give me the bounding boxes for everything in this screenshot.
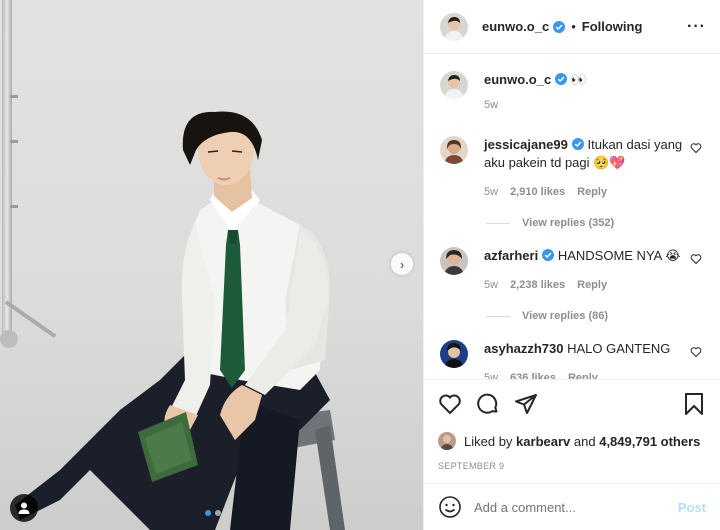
verified-icon xyxy=(553,20,566,33)
heart-icon xyxy=(439,394,461,415)
avatar[interactable] xyxy=(440,12,468,41)
comment-item: asyhazzh730 HALO GANTENG 5w 636 likes Repl… xyxy=(440,340,704,379)
comment-item: azfarheri HANDSOME NYA 😭 5w 2,238 likes Re… xyxy=(440,247,704,294)
carousel-dot xyxy=(215,510,221,516)
reply-button[interactable]: Reply xyxy=(577,183,607,201)
heart-icon[interactable] xyxy=(690,346,702,358)
emoji-icon[interactable] xyxy=(438,495,462,519)
reply-button[interactable]: Reply xyxy=(568,369,598,379)
more-icon[interactable]: ··· xyxy=(687,18,706,36)
comment-username[interactable]: jessicajane99 xyxy=(484,137,568,152)
tagged-users-button[interactable] xyxy=(10,494,38,522)
avatar[interactable] xyxy=(440,340,468,368)
liked-by-and: and xyxy=(573,433,596,449)
comment-age[interactable]: 5w xyxy=(484,276,498,294)
heart-icon[interactable] xyxy=(690,142,702,154)
comment-likes[interactable]: 2,238 likes xyxy=(510,276,565,294)
separator-dot: • xyxy=(571,19,576,34)
avatar[interactable] xyxy=(440,136,468,164)
comments-list[interactable]: eunwo.o_c 👀 5w jessicajane99 Itukan dasi… xyxy=(424,55,720,379)
post-username[interactable]: eunwo.o_c xyxy=(482,19,549,34)
caption-age[interactable]: 5w xyxy=(484,96,498,114)
person-illustration xyxy=(15,111,345,530)
post-comment-button[interactable]: Post xyxy=(678,500,706,515)
caption-username[interactable]: eunwo.o_c xyxy=(484,72,551,87)
view-replies-button[interactable]: View replies (86) xyxy=(486,310,704,322)
carousel-indicator xyxy=(205,510,221,516)
verified-icon xyxy=(571,138,584,150)
comment-age[interactable]: 5w xyxy=(484,183,498,201)
next-arrow-icon: › xyxy=(399,256,405,272)
liked-by-prefix: Liked by xyxy=(464,433,513,449)
share-icon xyxy=(515,394,537,414)
comment-text: HALO GANTENG xyxy=(567,341,671,356)
comment-likes[interactable]: 636 likes xyxy=(510,369,556,379)
caption-text: 👀 xyxy=(570,72,587,87)
comment-username[interactable]: azfarheri xyxy=(484,248,538,263)
post-photo[interactable]: › xyxy=(0,0,423,530)
like-button[interactable] xyxy=(438,392,462,416)
comment-item: jessicajane99 Itukan dasi yang aku pakei… xyxy=(440,136,704,201)
comment-age[interactable]: 5w xyxy=(484,369,498,379)
comment-icon xyxy=(477,393,498,414)
likes-count[interactable]: 4,849,791 others xyxy=(599,434,700,449)
view-replies-button[interactable]: View replies (352) xyxy=(486,217,704,229)
tag-user-icon xyxy=(18,502,30,514)
post-actions: Liked by karbearv and 4,849,791 others S… xyxy=(424,379,720,471)
comment-text: HANDSOME NYA 😭 xyxy=(557,248,681,263)
comment-username[interactable]: asyhazzh730 xyxy=(484,341,564,356)
post-header: eunwo.o_c • Following ··· xyxy=(424,0,720,54)
comment-input[interactable] xyxy=(474,499,678,515)
caption: eunwo.o_c 👀 5w xyxy=(440,71,704,114)
comment-button[interactable] xyxy=(476,392,500,416)
likes-summary: Liked by karbearv and 4,849,791 others xyxy=(438,432,706,450)
next-image-button[interactable]: › xyxy=(391,253,413,275)
verified-icon xyxy=(542,249,555,261)
reply-button[interactable]: Reply xyxy=(577,276,607,294)
post-date[interactable]: SEPTEMBER 9 xyxy=(438,461,706,471)
post-side-panel: eunwo.o_c • Following ··· eunwo.o_c 👀 5w… xyxy=(423,0,720,530)
heart-icon[interactable] xyxy=(690,253,702,265)
avatar[interactable] xyxy=(440,71,468,99)
following-button[interactable]: Following xyxy=(582,19,643,34)
avatar[interactable] xyxy=(438,432,456,450)
comment-likes[interactable]: 2,910 likes xyxy=(510,183,565,201)
avatar[interactable] xyxy=(440,247,468,275)
verified-icon xyxy=(555,73,568,85)
action-icons xyxy=(438,392,706,416)
share-button[interactable] xyxy=(514,392,538,416)
carousel-dot-active xyxy=(205,510,211,516)
bookmark-icon xyxy=(685,393,703,415)
add-comment-bar: Post xyxy=(424,483,720,530)
save-button[interactable] xyxy=(682,392,706,416)
liked-by-user[interactable]: karbearv xyxy=(516,434,570,449)
